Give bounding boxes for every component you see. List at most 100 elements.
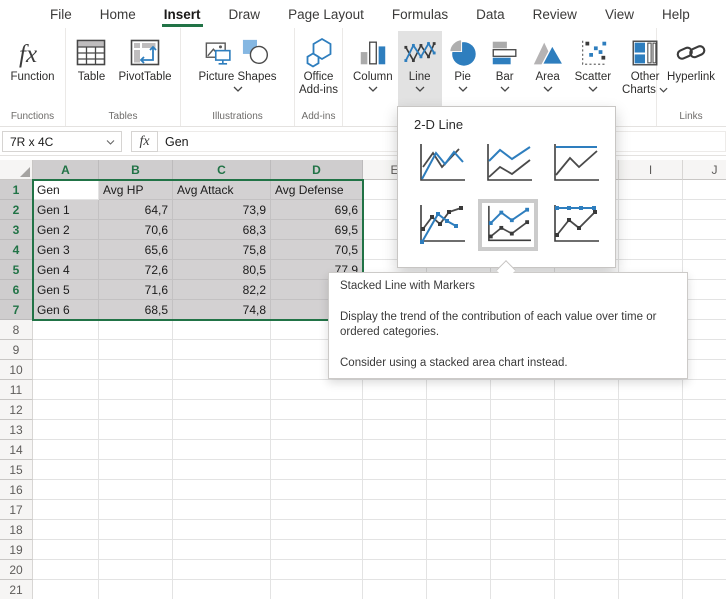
cell-F12[interactable] [427, 400, 491, 420]
cell-C8[interactable] [173, 320, 271, 340]
cell-J6[interactable] [683, 280, 726, 300]
cell-D13[interactable] [271, 420, 363, 440]
row-header-2[interactable]: 2 [0, 200, 33, 220]
cell-D3[interactable]: 69,5 [271, 220, 363, 240]
cell-F21[interactable] [427, 580, 491, 599]
cell-J3[interactable] [683, 220, 726, 240]
cell-H19[interactable] [555, 540, 619, 560]
cell-H16[interactable] [555, 480, 619, 500]
cell-H20[interactable] [555, 560, 619, 580]
cell-F17[interactable] [427, 500, 491, 520]
cell-A13[interactable] [33, 420, 99, 440]
cell-H17[interactable] [555, 500, 619, 520]
cell-E21[interactable] [363, 580, 427, 599]
cell-C12[interactable] [173, 400, 271, 420]
cell-A11[interactable] [33, 380, 99, 400]
cell-G16[interactable] [491, 480, 555, 500]
cell-C4[interactable]: 75,8 [173, 240, 271, 260]
cell-B20[interactable] [99, 560, 173, 580]
row-header-19[interactable]: 19 [0, 540, 33, 560]
cell-C15[interactable] [173, 460, 271, 480]
cell-D2[interactable]: 69,6 [271, 200, 363, 220]
cell-A21[interactable] [33, 580, 99, 599]
cell-B7[interactable]: 68,5 [99, 300, 173, 320]
cell-C2[interactable]: 73,9 [173, 200, 271, 220]
cell-B12[interactable] [99, 400, 173, 420]
option-stacked-line[interactable] [478, 138, 538, 190]
cell-B5[interactable]: 72,6 [99, 260, 173, 280]
cell-J10[interactable] [683, 360, 726, 380]
cell-D12[interactable] [271, 400, 363, 420]
cell-A7[interactable]: Gen 6 [33, 300, 99, 320]
cell-D1[interactable]: Avg Defense [271, 180, 363, 200]
row-header-3[interactable]: 3 [0, 220, 33, 240]
column-header-A[interactable]: A [33, 160, 99, 180]
cell-E15[interactable] [363, 460, 427, 480]
cell-B8[interactable] [99, 320, 173, 340]
cell-I4[interactable] [619, 240, 683, 260]
cell-E18[interactable] [363, 520, 427, 540]
function-button[interactable]: fx Function [5, 31, 59, 107]
cell-B10[interactable] [99, 360, 173, 380]
cell-H18[interactable] [555, 520, 619, 540]
cell-H13[interactable] [555, 420, 619, 440]
option-line-with-markers[interactable] [411, 199, 471, 251]
cell-J8[interactable] [683, 320, 726, 340]
cell-I12[interactable] [619, 400, 683, 420]
cell-E17[interactable] [363, 500, 427, 520]
scatter-chart-button[interactable]: Scatter [570, 31, 616, 107]
tab-help[interactable]: Help [648, 0, 704, 28]
row-header-9[interactable]: 9 [0, 340, 33, 360]
cell-A12[interactable] [33, 400, 99, 420]
cell-C13[interactable] [173, 420, 271, 440]
cell-F20[interactable] [427, 560, 491, 580]
cell-J4[interactable] [683, 240, 726, 260]
cell-A1[interactable]: Gen [33, 180, 99, 200]
line-chart-button[interactable]: Line [398, 31, 442, 107]
cell-A14[interactable] [33, 440, 99, 460]
column-header-B[interactable]: B [99, 160, 173, 180]
cell-C20[interactable] [173, 560, 271, 580]
cell-H21[interactable] [555, 580, 619, 599]
cell-B15[interactable] [99, 460, 173, 480]
cell-I14[interactable] [619, 440, 683, 460]
cell-J14[interactable] [683, 440, 726, 460]
column-header-I[interactable]: I [619, 160, 683, 180]
row-header-18[interactable]: 18 [0, 520, 33, 540]
cell-C21[interactable] [173, 580, 271, 599]
cell-G19[interactable] [491, 540, 555, 560]
row-header-13[interactable]: 13 [0, 420, 33, 440]
option-100-stacked-line[interactable] [545, 138, 605, 190]
cell-E14[interactable] [363, 440, 427, 460]
insert-function-button[interactable]: fx [131, 131, 158, 152]
cell-A6[interactable]: Gen 5 [33, 280, 99, 300]
row-header-10[interactable]: 10 [0, 360, 33, 380]
cell-C5[interactable]: 80,5 [173, 260, 271, 280]
cell-F14[interactable] [427, 440, 491, 460]
cell-B14[interactable] [99, 440, 173, 460]
cell-I13[interactable] [619, 420, 683, 440]
cell-C11[interactable] [173, 380, 271, 400]
bar-chart-button[interactable]: Bar [484, 31, 526, 107]
cell-B17[interactable] [99, 500, 173, 520]
column-header-D[interactable]: D [271, 160, 363, 180]
cell-J7[interactable] [683, 300, 726, 320]
row-header-17[interactable]: 17 [0, 500, 33, 520]
cell-B2[interactable]: 64,7 [99, 200, 173, 220]
spreadsheet-grid[interactable]: ABCDEFGHIJ1GenAvg HPAvg AttackAvg Defens… [0, 160, 726, 599]
cell-I1[interactable] [619, 180, 683, 200]
cell-J5[interactable] [683, 260, 726, 280]
cell-A17[interactable] [33, 500, 99, 520]
cell-B4[interactable]: 65,6 [99, 240, 173, 260]
option-stacked-line-with-markers[interactable] [478, 199, 538, 251]
cell-A5[interactable]: Gen 4 [33, 260, 99, 280]
column-chart-button[interactable]: Column [348, 31, 398, 107]
cell-C16[interactable] [173, 480, 271, 500]
cell-C14[interactable] [173, 440, 271, 460]
cell-J12[interactable] [683, 400, 726, 420]
cell-B3[interactable]: 70,6 [99, 220, 173, 240]
cell-J9[interactable] [683, 340, 726, 360]
cell-B13[interactable] [99, 420, 173, 440]
cell-E13[interactable] [363, 420, 427, 440]
row-header-1[interactable]: 1 [0, 180, 33, 200]
